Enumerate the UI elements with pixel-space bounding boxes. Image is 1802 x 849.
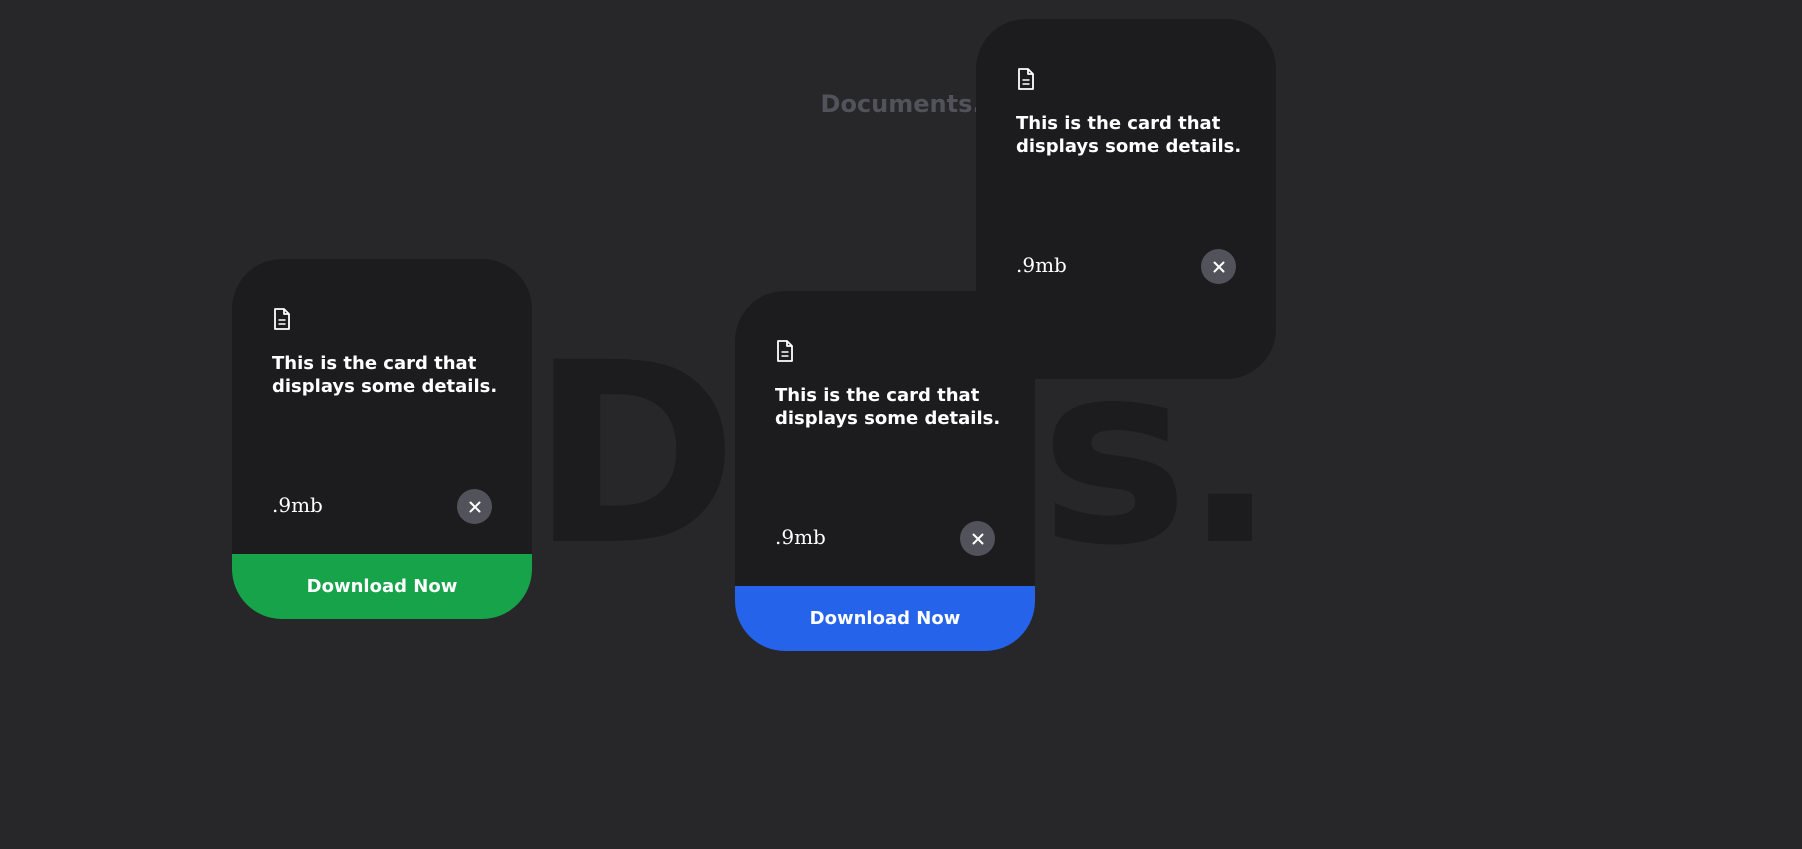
file-size: .9mb (272, 493, 323, 517)
card-description: This is the card that displays some deta… (1016, 113, 1242, 157)
document-card: This is the card that displays some deta… (232, 259, 532, 619)
card-description: This is the card that displays some deta… (775, 385, 1001, 429)
document-icon (777, 340, 793, 362)
document-icon (274, 308, 290, 330)
document-icon (1018, 68, 1034, 90)
file-size: .9mb (1016, 253, 1067, 277)
download-button[interactable]: Download Now (232, 554, 532, 619)
close-button[interactable] (1201, 249, 1236, 284)
close-icon (1213, 261, 1224, 272)
card-description: This is the card that displays some deta… (272, 353, 498, 397)
close-icon (469, 501, 480, 512)
file-size: .9mb (775, 525, 826, 549)
download-button[interactable]: Download Now (735, 586, 1035, 651)
close-button[interactable] (960, 521, 995, 556)
close-icon (972, 533, 983, 544)
page-title: Documents. (820, 90, 982, 118)
document-card: This is the card that displays some deta… (976, 19, 1276, 379)
close-button[interactable] (457, 489, 492, 524)
